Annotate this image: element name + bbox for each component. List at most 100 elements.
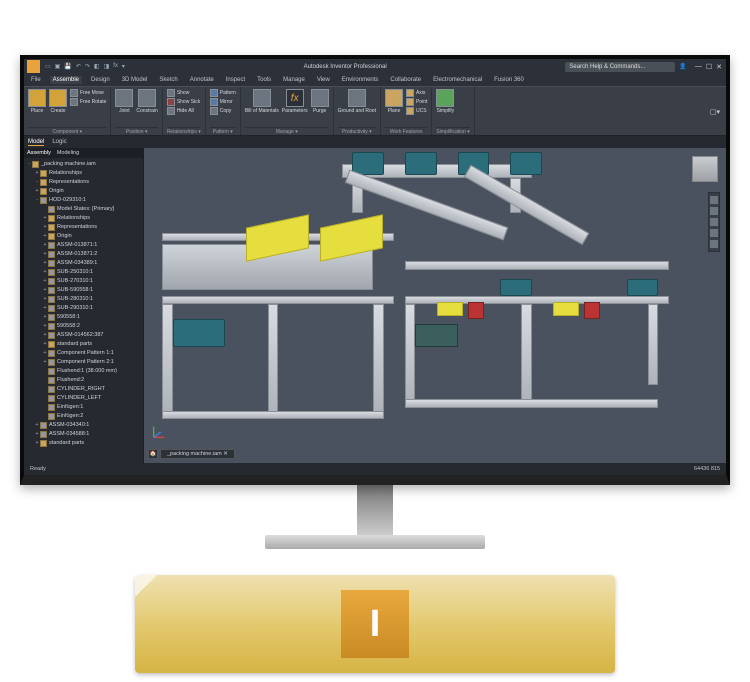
tab-assemble[interactable]: Assemble <box>50 76 82 84</box>
qat-appearance-icon[interactable]: ◧ <box>94 63 100 70</box>
tree-node[interactable]: +ASSM-013871:2 <box>24 250 143 259</box>
axis-button[interactable]: Axis <box>406 89 427 97</box>
nav-home-icon[interactable] <box>710 196 718 204</box>
pattern-button[interactable]: Pattern <box>210 89 236 97</box>
tree-node[interactable]: Einfügen:2 <box>24 412 143 421</box>
free-rotate-button[interactable]: Free Rotate <box>70 98 106 106</box>
tree-node[interactable]: +Relationships <box>24 214 143 223</box>
qat-material-icon[interactable]: ◨ <box>104 63 110 70</box>
minimize-button[interactable]: — <box>695 63 702 71</box>
tree-node[interactable]: +590558:1 <box>24 313 143 322</box>
search-input[interactable]: Search Help & Commands... <box>565 62 675 72</box>
hide-all-button[interactable]: Hide All <box>167 107 200 115</box>
browser-tab-modeling[interactable]: Modeling <box>57 150 79 156</box>
simplify-button[interactable]: Simplify <box>436 89 454 114</box>
bom-button[interactable]: Bill of Materials <box>245 89 279 114</box>
tab-inspect[interactable]: Inspect <box>223 76 248 84</box>
tab-view[interactable]: View <box>314 76 333 84</box>
group-label-relationships[interactable]: Relationships ▾ <box>167 127 201 135</box>
tree-node[interactable]: +590558:2 <box>24 322 143 331</box>
tab-file[interactable]: File <box>28 76 44 84</box>
tab-environments[interactable]: Environments <box>339 76 382 84</box>
tab-sketch[interactable]: Sketch <box>156 76 180 84</box>
group-label-work-features[interactable]: Work Features <box>385 127 427 135</box>
panel-tab-model[interactable]: Model <box>28 139 44 146</box>
tree-node[interactable]: Einfügen:1 <box>24 403 143 412</box>
joint-button[interactable]: Joint <box>115 89 133 114</box>
tab-3dmodel[interactable]: 3D Model <box>119 76 151 84</box>
group-label-pattern[interactable]: Pattern ▾ <box>210 127 236 135</box>
tree-node[interactable]: +standard parts <box>24 439 143 448</box>
tree-node[interactable]: CYLINDER_RIGHT <box>24 385 143 394</box>
tab-manage[interactable]: Manage <box>280 76 308 84</box>
tab-tools[interactable]: Tools <box>254 76 274 84</box>
tree-node[interactable]: +standard parts <box>24 340 143 349</box>
qat-new-icon[interactable]: ▭ <box>45 63 51 70</box>
doc-tab-active[interactable]: _packing machine.iam ✕ <box>160 449 235 459</box>
tree-node[interactable]: CYLINDER_LEFT <box>24 394 143 403</box>
doc-tab-close-icon[interactable]: ✕ <box>223 451 228 457</box>
tab-electromechanical[interactable]: Electromechanical <box>430 76 485 84</box>
ribbon-collapse-button[interactable]: ▢▾ <box>710 108 720 116</box>
nav-zoom-icon[interactable] <box>710 229 718 237</box>
tree-node[interactable]: -Representations <box>24 178 143 187</box>
copy-button[interactable]: Copy <box>210 107 236 115</box>
show-sick-button[interactable]: Show Sick <box>167 98 200 106</box>
create-button[interactable]: Create <box>49 89 67 114</box>
doc-home-button[interactable]: 🏠 <box>148 449 158 459</box>
close-button[interactable]: ✕ <box>716 63 722 71</box>
nav-pan-icon[interactable] <box>710 218 718 226</box>
purge-button[interactable]: Purge <box>311 89 329 114</box>
show-button[interactable]: Show <box>167 89 200 97</box>
tab-fusion360[interactable]: Fusion 360 <box>491 76 527 84</box>
parameters-button[interactable]: fxParameters <box>282 89 308 114</box>
ground-root-button[interactable]: Ground and Root <box>338 89 376 114</box>
group-label-position[interactable]: Position ▾ <box>115 127 157 135</box>
group-label-component[interactable]: Component ▾ <box>28 127 106 135</box>
tree-node[interactable]: +SUB-270310:1 <box>24 277 143 286</box>
tab-annotate[interactable]: Annotate <box>187 76 217 84</box>
nav-lookat-icon[interactable] <box>710 240 718 248</box>
ucs-button[interactable]: UCS <box>406 107 427 115</box>
tree-node[interactable]: +SUB-590558:1 <box>24 286 143 295</box>
tree-node[interactable]: +Origin <box>24 232 143 241</box>
tree-node[interactable]: +SUB-290310:1 <box>24 304 143 313</box>
tree-node[interactable]: +Component Pattern 1:1 <box>24 349 143 358</box>
point-button[interactable]: Point <box>406 98 427 106</box>
browser-tab-assembly[interactable]: Assembly <box>27 150 51 156</box>
tree-node[interactable]: +ASSM-014562:387 <box>24 331 143 340</box>
constrain-button[interactable]: Constrain <box>136 89 157 114</box>
signin-icon[interactable]: 👤 <box>679 63 686 70</box>
inventor-logo-icon[interactable] <box>27 60 40 73</box>
tree-node[interactable]: +ASSM-034340:1 <box>24 421 143 430</box>
tab-design[interactable]: Design <box>88 76 113 84</box>
maximize-button[interactable]: ☐ <box>706 63 712 71</box>
panel-tab-logic[interactable]: Logic <box>52 139 66 145</box>
tree-node[interactable]: +Relationships <box>24 169 143 178</box>
tree-node[interactable]: Model States: [Primary] <box>24 205 143 214</box>
free-move-button[interactable]: Free Move <box>70 89 106 97</box>
tree-node[interactable]: +Representations <box>24 223 143 232</box>
tree-node[interactable]: -_packing machine.iam <box>24 160 143 169</box>
group-label-simplification[interactable]: Simplification ▾ <box>436 127 469 135</box>
qat-fx[interactable]: fx <box>113 63 118 70</box>
mirror-button[interactable]: Mirror <box>210 98 236 106</box>
tree-node[interactable]: +Component Pattern 2:1 <box>24 358 143 367</box>
nav-orbit-icon[interactable] <box>710 207 718 215</box>
tree-node[interactable]: +SUB-280310:1 <box>24 295 143 304</box>
qat-undo-icon[interactable]: ↶ <box>76 63 81 70</box>
group-label-manage[interactable]: Manage ▾ <box>245 127 329 135</box>
place-button[interactable]: Place <box>28 89 46 114</box>
tree-node[interactable]: Flushend:1 (38.000 mm) <box>24 367 143 376</box>
tree-node[interactable]: +ASSM-034389:1 <box>24 259 143 268</box>
tree-node[interactable]: +Origin <box>24 187 143 196</box>
qat-save-icon[interactable]: 💾 <box>64 63 71 70</box>
tab-collaborate[interactable]: Collaborate <box>387 76 424 84</box>
tree-node[interactable]: +SUB-250310:1 <box>24 268 143 277</box>
tree-node[interactable]: -HOD-029310:1 <box>24 196 143 205</box>
qat-open-icon[interactable]: ▣ <box>55 63 61 70</box>
tree-node[interactable]: +ASSM-034588:1 <box>24 430 143 439</box>
tree-node[interactable]: Flushend:2 <box>24 376 143 385</box>
group-label-productivity[interactable]: Productivity ▾ <box>338 127 376 135</box>
plane-button[interactable]: Plane <box>385 89 403 114</box>
